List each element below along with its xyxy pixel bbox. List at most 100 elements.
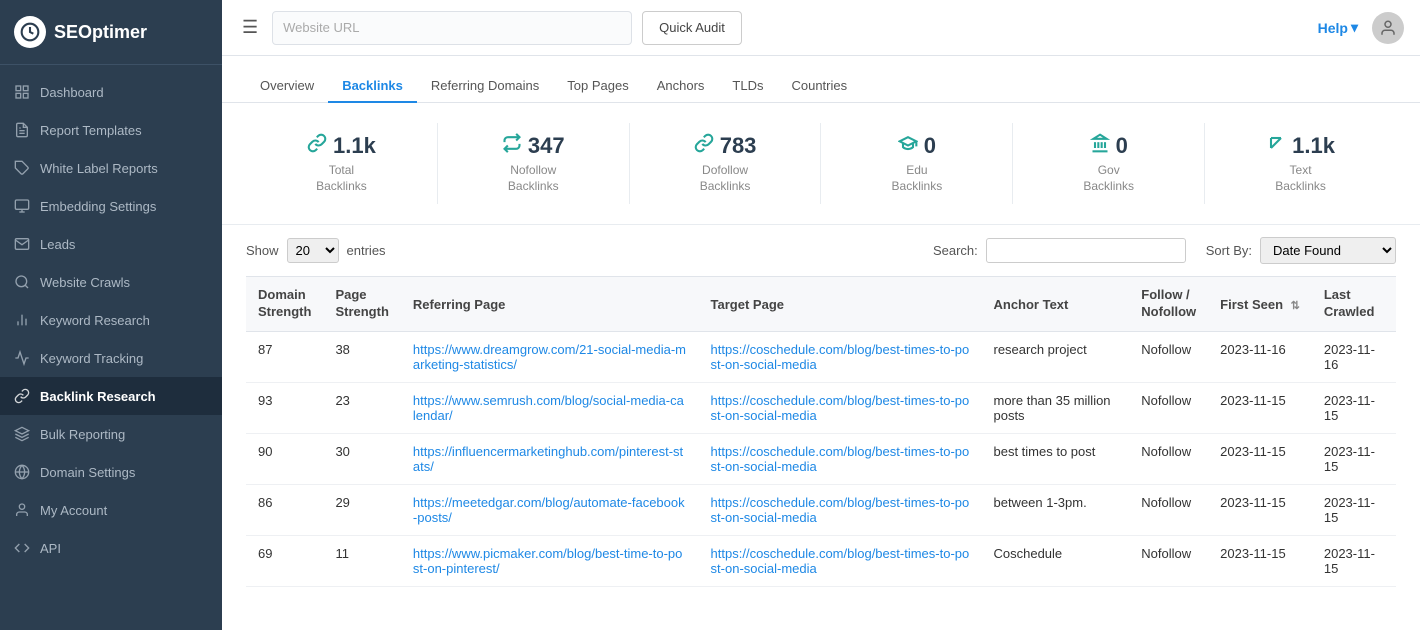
tab-countries[interactable]: Countries: [777, 70, 861, 103]
referring-page-link[interactable]: https://influencermarketinghub.com/pinte…: [413, 444, 687, 474]
table-row: 69 11 https://www.picmaker.com/blog/best…: [246, 535, 1396, 586]
cell-target-page[interactable]: https://coschedule.com/blog/best-times-t…: [699, 433, 982, 484]
stat-total-backlinks: 1.1k TotalBacklinks: [246, 123, 438, 204]
th-target-page: Target Page: [699, 277, 982, 332]
cell-anchor-text: best times to post: [981, 433, 1129, 484]
entries-select[interactable]: 10 20 50 100: [287, 238, 339, 263]
main-area: ☰ Quick Audit Help ▾ Overview Backlinks …: [222, 0, 1420, 630]
tab-top-pages[interactable]: Top Pages: [553, 70, 642, 103]
tab-referring-domains[interactable]: Referring Domains: [417, 70, 553, 103]
cell-page-strength: 23: [323, 382, 400, 433]
cell-first-seen: 2023-11-15: [1208, 484, 1312, 535]
sidebar-item-keyword-tracking-label: Keyword Tracking: [40, 351, 143, 366]
target-page-link[interactable]: https://coschedule.com/blog/best-times-t…: [711, 342, 970, 372]
target-page-link[interactable]: https://coschedule.com/blog/best-times-t…: [711, 444, 970, 474]
stat-edu-backlinks: 0 EduBacklinks: [821, 123, 1013, 204]
tab-anchors[interactable]: Anchors: [643, 70, 719, 103]
cell-follow-nofollow: Nofollow: [1129, 484, 1208, 535]
sidebar-item-website-crawls[interactable]: Website Crawls: [0, 263, 222, 301]
stat-nofollow-label: NofollowBacklinks: [446, 163, 621, 194]
sidebar-item-report-templates[interactable]: Report Templates: [0, 111, 222, 149]
code-icon: [14, 540, 30, 556]
sidebar-item-dashboard[interactable]: Dashboard: [0, 73, 222, 111]
logo-text: SEOptimer: [54, 22, 147, 43]
sidebar-item-embedding-settings[interactable]: Embedding Settings: [0, 187, 222, 225]
th-first-seen[interactable]: First Seen ⇅: [1208, 277, 1312, 332]
monitor-icon: [14, 198, 30, 214]
hamburger-button[interactable]: ☰: [238, 13, 262, 42]
referring-page-link[interactable]: https://www.picmaker.com/blog/best-time-…: [413, 546, 687, 576]
th-referring-page: Referring Page: [401, 277, 699, 332]
sidebar-item-keyword-research[interactable]: Keyword Research: [0, 301, 222, 339]
user-avatar[interactable]: [1372, 12, 1404, 44]
globe-icon: [14, 464, 30, 480]
link-stat-icon: [307, 133, 327, 159]
cell-target-page[interactable]: https://coschedule.com/blog/best-times-t…: [699, 382, 982, 433]
cell-domain-strength: 93: [246, 382, 323, 433]
mail-icon: [14, 236, 30, 252]
th-anchor-text: Anchor Text: [981, 277, 1129, 332]
target-page-link[interactable]: https://coschedule.com/blog/best-times-t…: [711, 546, 970, 576]
cell-domain-strength: 69: [246, 535, 323, 586]
stat-dofollow-label: DofollowBacklinks: [638, 163, 813, 194]
sidebar-item-backlink-research[interactable]: Backlink Research: [0, 377, 222, 415]
tabs-bar: Overview Backlinks Referring Domains Top…: [222, 56, 1420, 103]
sidebar-item-white-label-reports[interactable]: White Label Reports: [0, 149, 222, 187]
cell-follow-nofollow: Nofollow: [1129, 331, 1208, 382]
cell-first-seen: 2023-11-15: [1208, 433, 1312, 484]
referring-page-link[interactable]: https://www.dreamgrow.com/21-social-medi…: [413, 342, 687, 372]
sidebar-item-leads[interactable]: Leads: [0, 225, 222, 263]
sidebar-item-my-account[interactable]: My Account: [0, 491, 222, 529]
cell-last-crawled: 2023-11-15: [1312, 484, 1396, 535]
cell-referring-page[interactable]: https://www.semrush.com/blog/social-medi…: [401, 382, 699, 433]
dofollow-stat-icon: [694, 133, 714, 159]
content-area: Overview Backlinks Referring Domains Top…: [222, 56, 1420, 630]
cell-referring-page[interactable]: https://www.dreamgrow.com/21-social-medi…: [401, 331, 699, 382]
logo[interactable]: SEOptimer: [0, 0, 222, 65]
table-row: 87 38 https://www.dreamgrow.com/21-socia…: [246, 331, 1396, 382]
stat-total-backlinks-value: 1.1k: [254, 133, 429, 159]
sidebar-item-bulk-reporting[interactable]: Bulk Reporting: [0, 415, 222, 453]
cell-target-page[interactable]: https://coschedule.com/blog/best-times-t…: [699, 331, 982, 382]
url-input[interactable]: [272, 11, 632, 45]
target-page-link[interactable]: https://coschedule.com/blog/best-times-t…: [711, 495, 970, 525]
cell-referring-page[interactable]: https://www.picmaker.com/blog/best-time-…: [401, 535, 699, 586]
sidebar-item-white-label-label: White Label Reports: [40, 161, 158, 176]
cell-domain-strength: 90: [246, 433, 323, 484]
sidebar-item-domain-settings-label: Domain Settings: [40, 465, 135, 480]
tab-backlinks[interactable]: Backlinks: [328, 70, 417, 103]
cell-referring-page[interactable]: https://meetedgar.com/blog/automate-face…: [401, 484, 699, 535]
cell-follow-nofollow: Nofollow: [1129, 433, 1208, 484]
cell-domain-strength: 86: [246, 484, 323, 535]
stat-dofollow-backlinks: 783 DofollowBacklinks: [630, 123, 822, 204]
sidebar-item-api[interactable]: API: [0, 529, 222, 567]
grid-icon: [14, 84, 30, 100]
referring-page-link[interactable]: https://meetedgar.com/blog/automate-face…: [413, 495, 687, 525]
referring-page-link[interactable]: https://www.semrush.com/blog/social-medi…: [413, 393, 687, 423]
help-button[interactable]: Help ▾: [1318, 19, 1358, 36]
search-label: Search:: [933, 243, 978, 258]
cell-page-strength: 30: [323, 433, 400, 484]
text-stat-icon: [1266, 133, 1286, 159]
stat-gov-value: 0: [1021, 133, 1196, 159]
cell-referring-page[interactable]: https://influencermarketinghub.com/pinte…: [401, 433, 699, 484]
gov-stat-icon: [1090, 133, 1110, 159]
cell-target-page[interactable]: https://coschedule.com/blog/best-times-t…: [699, 484, 982, 535]
cell-follow-nofollow: Nofollow: [1129, 535, 1208, 586]
sidebar-item-domain-settings[interactable]: Domain Settings: [0, 453, 222, 491]
search-input[interactable]: [986, 238, 1186, 263]
sidebar-item-embedding-label: Embedding Settings: [40, 199, 156, 214]
sort-select[interactable]: Date Found Domain Strength Page Strength: [1260, 237, 1396, 264]
topbar-right: Help ▾: [1318, 12, 1404, 44]
stat-dofollow-value: 783: [638, 133, 813, 159]
quick-audit-button[interactable]: Quick Audit: [642, 11, 742, 45]
cell-last-crawled: 2023-11-16: [1312, 331, 1396, 382]
sidebar-item-keyword-tracking[interactable]: Keyword Tracking: [0, 339, 222, 377]
cell-last-crawled: 2023-11-15: [1312, 433, 1396, 484]
user-icon: [14, 502, 30, 518]
target-page-link[interactable]: https://coschedule.com/blog/best-times-t…: [711, 393, 970, 423]
cell-target-page[interactable]: https://coschedule.com/blog/best-times-t…: [699, 535, 982, 586]
tab-tlds[interactable]: TLDs: [718, 70, 777, 103]
tab-overview[interactable]: Overview: [246, 70, 328, 103]
nofollow-stat-icon: [502, 133, 522, 159]
